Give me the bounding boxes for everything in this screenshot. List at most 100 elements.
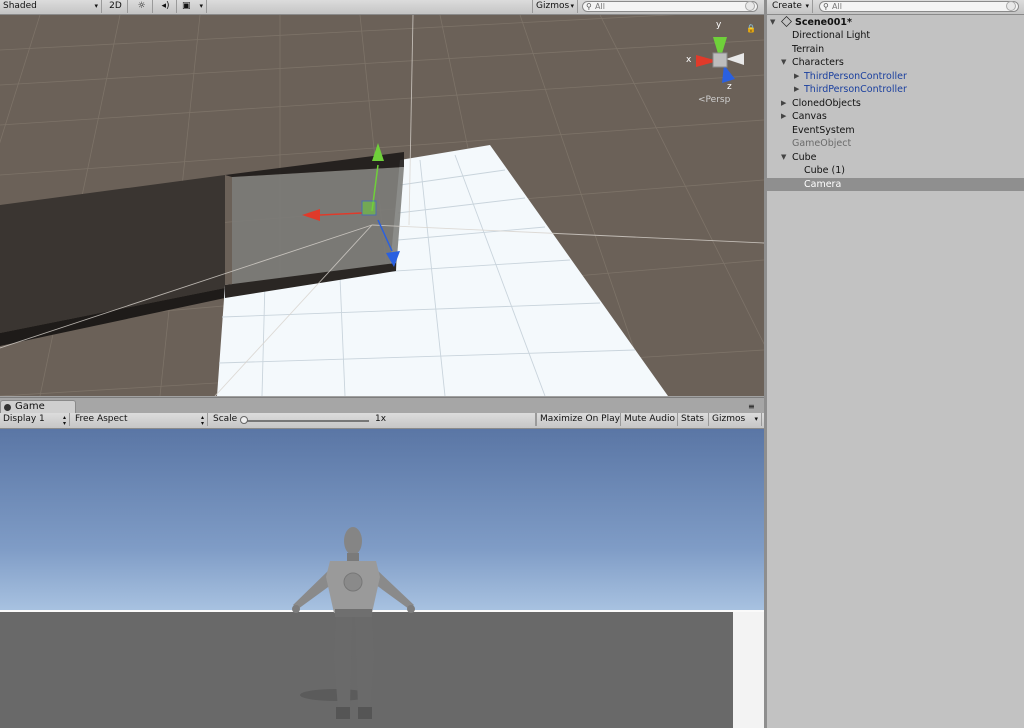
display-dropdown[interactable]: Display 1 ▴ ▾ <box>0 413 70 427</box>
game-ground-edge <box>733 612 764 728</box>
chevron-left-icon: < <box>698 95 706 105</box>
hierarchy-item-terrain[interactable]: Terrain <box>767 43 1024 56</box>
search-icon: ⚲ <box>586 2 592 11</box>
scale-value: 1x <box>375 414 387 424</box>
gizmo-y-label: y <box>716 20 722 30</box>
collapse-arrow-icon[interactable]: ▶ <box>794 70 799 83</box>
create-dropdown[interactable]: Create ▾ <box>769 0 813 13</box>
scene-effects-dropdown[interactable]: ▣ ▾ <box>179 0 207 13</box>
mute-audio-label: Mute Audio <box>624 414 675 424</box>
scene-gizmos-dropdown[interactable]: Gizmos ▾ <box>532 0 578 13</box>
hierarchy-item-gameobject[interactable]: GameObject <box>767 137 1024 150</box>
game-view[interactable] <box>0 429 764 728</box>
maximize-on-play-toggle[interactable]: Maximize On Play <box>536 413 621 426</box>
hierarchy-item-thirdpersoncontroller[interactable]: ▶ ThirdPersonController <box>767 83 1024 96</box>
2d-label: 2D <box>109 1 122 11</box>
gizmo-z-label: z <box>727 82 732 92</box>
hierarchy-item-thirdpersoncontroller[interactable]: ▶ ThirdPersonController <box>767 70 1024 83</box>
gizmos-label: Gizmos <box>712 414 746 424</box>
updown-icon: ▴ ▾ <box>200 414 204 427</box>
2d-toggle-button[interactable]: 2D <box>104 0 128 13</box>
image-icon: ▣ <box>182 1 191 11</box>
lock-icon[interactable]: 🔒 <box>746 24 756 33</box>
scene-root-row[interactable]: ▼ Scene001* <box>767 16 1024 29</box>
hierarchy-item-label: Terrain <box>792 44 825 55</box>
shading-mode-label: Shaded <box>3 1 37 11</box>
clear-search-icon[interactable] <box>1006 1 1016 11</box>
hierarchy-search-input[interactable]: ⚲ All <box>819 1 1019 12</box>
collapse-arrow-icon[interactable]: ▶ <box>781 97 786 110</box>
hierarchy-item-label: Camera <box>804 179 842 190</box>
clear-search-icon[interactable] <box>745 1 755 11</box>
updown-icon: ▴ ▾ <box>62 414 66 427</box>
chevron-down-icon: ▾ <box>805 2 809 10</box>
hierarchy-item-clonedobjects[interactable]: ▶ ClonedObjects <box>767 97 1024 110</box>
hierarchy-panel: ▼ Scene001* Directional Light Terrain ▼ … <box>767 15 1024 728</box>
scene-toolbar: Shaded ▾ 2D ☼ ◂) ▣ ▾ Gizmos ▾ ⚲ All <box>0 0 764 15</box>
gizmo-x-label: x <box>686 55 692 65</box>
panel-menu-icon[interactable]: ≡ <box>748 402 755 411</box>
expand-arrow-icon[interactable]: ▼ <box>770 16 775 29</box>
unity-scene-icon <box>781 16 795 30</box>
hierarchy-item-label: ThirdPersonController <box>804 71 907 82</box>
shading-mode-dropdown[interactable]: Shaded ▾ <box>0 0 102 13</box>
chevron-down-icon: ▾ <box>754 415 758 423</box>
hierarchy-item-label: ThirdPersonController <box>804 84 907 95</box>
plane-handle[interactable] <box>361 200 377 216</box>
speaker-icon: ◂) <box>161 1 170 11</box>
tab-game[interactable]: Game <box>0 400 76 414</box>
search-placeholder: All <box>832 2 842 11</box>
chevron-down-icon: ▾ <box>199 2 203 10</box>
gizmos-label: Gizmos <box>536 1 570 11</box>
scale-slider-thumb[interactable] <box>240 416 248 424</box>
collapse-arrow-icon[interactable]: ▶ <box>794 83 799 96</box>
game-controller-icon <box>4 404 11 411</box>
game-gizmos-dropdown[interactable]: Gizmos ▾ <box>709 413 762 426</box>
mute-audio-toggle[interactable]: Mute Audio <box>621 413 678 426</box>
scale-slider-track[interactable] <box>245 420 369 422</box>
gizmo-neg-x-cone[interactable] <box>726 53 744 65</box>
maximize-on-play-label: Maximize On Play <box>540 414 620 424</box>
scale-label: Scale <box>213 414 238 424</box>
hierarchy-item-label: ClonedObjects <box>792 98 861 109</box>
projection-label[interactable]: <Persp <box>698 95 730 105</box>
hierarchy-item-camera[interactable]: Camera <box>767 178 1024 191</box>
projection-text: Persp <box>705 95 731 105</box>
scene-name: Scene001* <box>795 17 852 28</box>
hierarchy-item-label: Cube <box>792 152 817 163</box>
chevron-down-icon: ▾ <box>94 2 98 10</box>
game-toolbar: Display 1 ▴ ▾ Free Aspect ▴ ▾ Scale 1x Max… <box>0 413 764 429</box>
stats-toggle[interactable]: Stats <box>678 413 709 426</box>
hierarchy-item-label: EventSystem <box>792 125 855 136</box>
hierarchy-item-cube-1[interactable]: Cube (1) <box>767 164 1024 177</box>
expand-arrow-icon[interactable]: ▼ <box>781 56 786 69</box>
hierarchy-item-cube[interactable]: ▼ Cube <box>767 151 1024 164</box>
collapse-arrow-icon[interactable]: ▶ <box>781 110 786 123</box>
hierarchy-item-label: Canvas <box>792 111 827 122</box>
gizmo-z-cone[interactable] <box>722 65 735 83</box>
hierarchy-item-label: Directional Light <box>792 30 871 41</box>
scene-view[interactable]: 🔒 y x z <Persp <box>0 15 764 396</box>
scene-audio-toggle[interactable]: ◂) <box>155 0 177 13</box>
hierarchy-item-eventsystem[interactable]: EventSystem <box>767 124 1024 137</box>
gizmo-center-cube[interactable] <box>712 52 728 68</box>
expand-arrow-icon[interactable]: ▼ <box>781 151 786 164</box>
scene-lighting-toggle[interactable]: ☼ <box>131 0 153 13</box>
hierarchy-item-canvas[interactable]: ▶ Canvas <box>767 110 1024 123</box>
search-icon: ⚲ <box>823 2 829 11</box>
scene-search-input[interactable]: ⚲ All <box>582 1 758 12</box>
game-tab-label: Game <box>15 401 45 412</box>
sun-icon: ☼ <box>137 1 146 11</box>
aspect-label: Free Aspect <box>75 414 128 424</box>
display-label: Display 1 <box>3 414 45 424</box>
aspect-dropdown[interactable]: Free Aspect ▴ ▾ <box>72 413 208 427</box>
stats-label: Stats <box>681 414 704 424</box>
chevron-down-icon: ▾ <box>570 2 574 10</box>
hierarchy-item-label: Characters <box>792 57 844 68</box>
create-label: Create <box>772 1 802 11</box>
game-tab-bar: Game ≡ <box>0 397 764 414</box>
player-character <box>292 527 415 719</box>
hierarchy-item-directional-light[interactable]: Directional Light <box>767 29 1024 42</box>
hierarchy-toolbar: Create ▾ ⚲ All <box>767 0 1024 15</box>
hierarchy-item-characters[interactable]: ▼ Characters <box>767 56 1024 69</box>
